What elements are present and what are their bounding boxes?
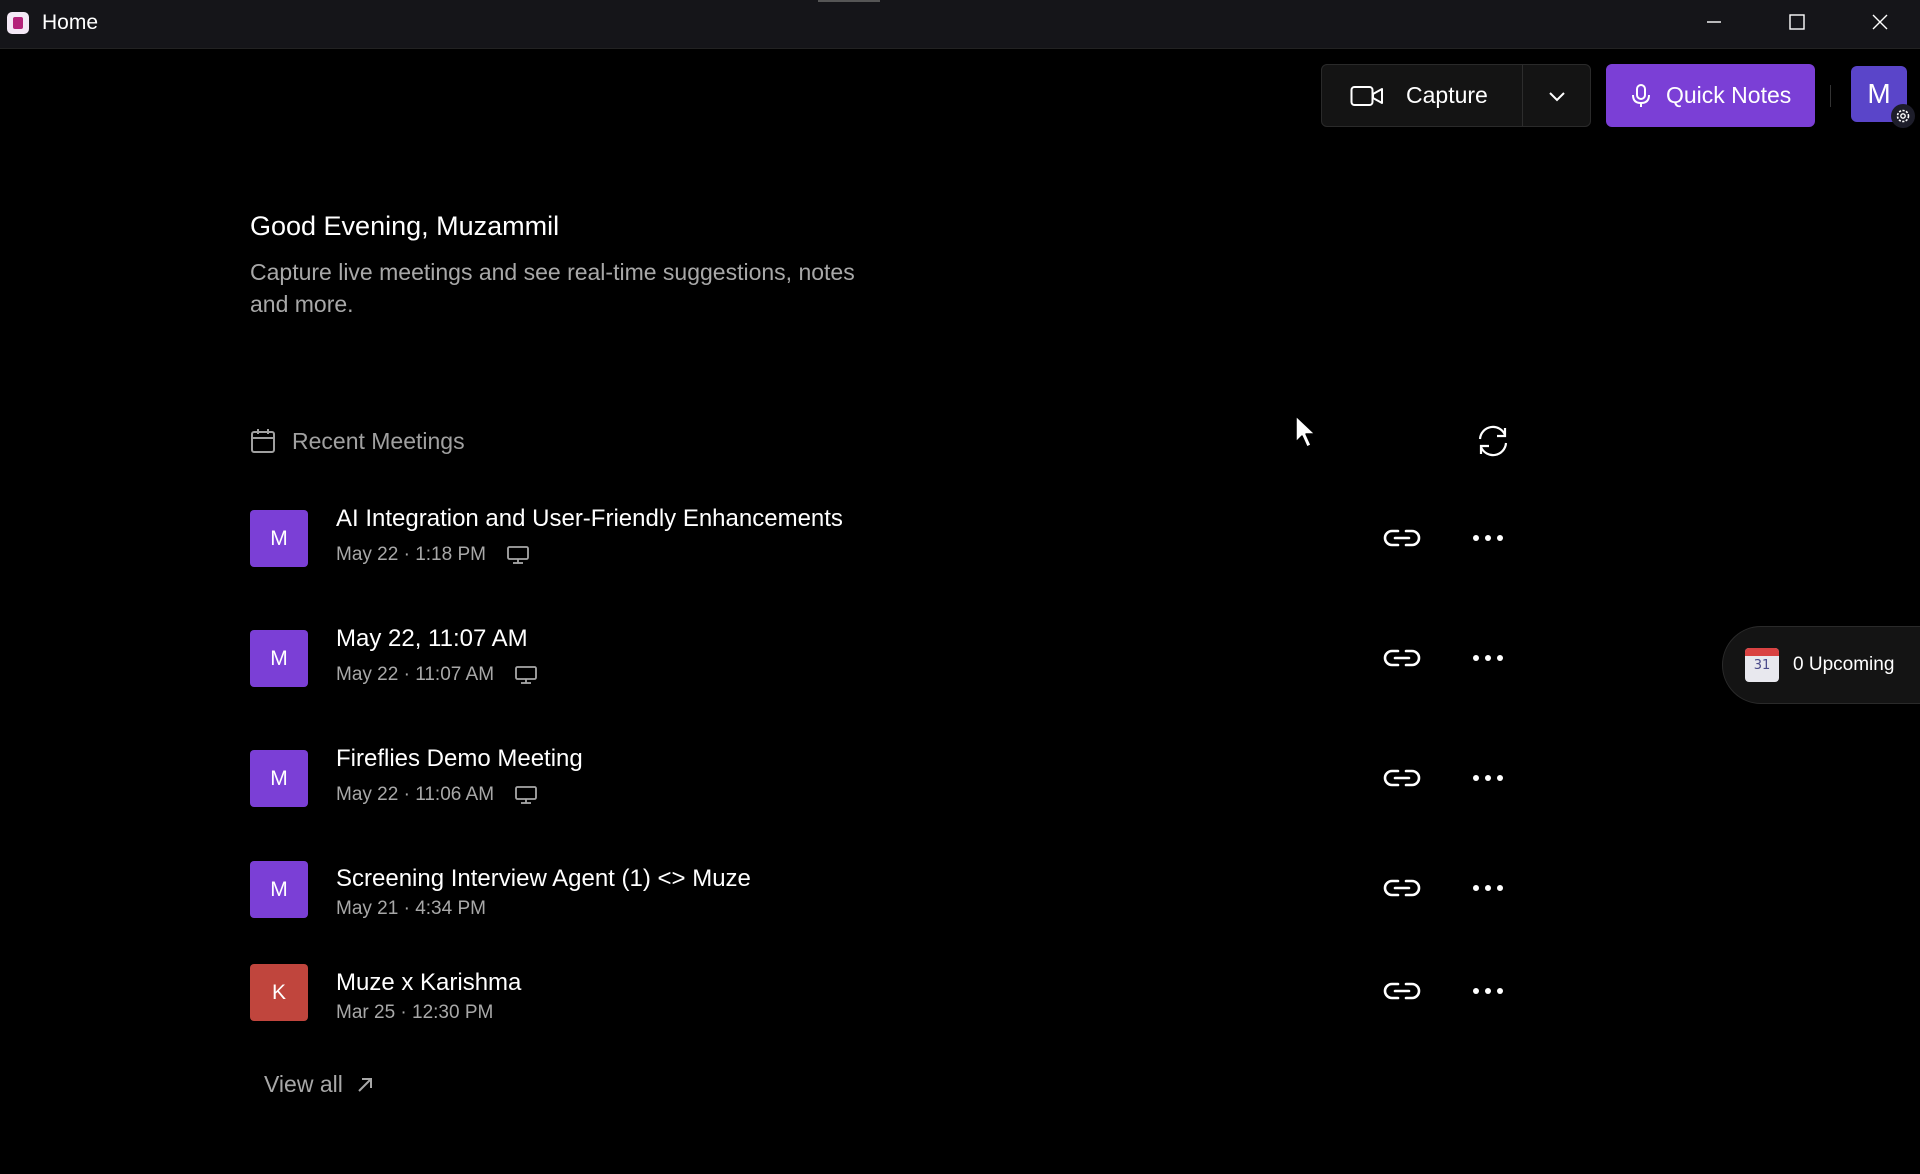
title-bar-notch bbox=[818, 0, 880, 2]
recent-meetings-header: Recent Meetings bbox=[250, 426, 465, 456]
view-all-label: View all bbox=[264, 1071, 343, 1097]
meeting-avatar: M bbox=[250, 510, 308, 567]
app-logo-icon bbox=[7, 12, 29, 34]
chevron-down-icon bbox=[1548, 91, 1565, 101]
refresh-icon bbox=[1478, 425, 1508, 457]
meeting-title[interactable]: AI Integration and User-Friendly Enhance… bbox=[336, 505, 843, 533]
more-horizontal-icon bbox=[1473, 535, 1503, 541]
meeting-avatar: M bbox=[250, 630, 308, 687]
meeting-meta: May 22 · 11:06 AM bbox=[336, 784, 538, 806]
meeting-avatar: M bbox=[250, 750, 308, 807]
meeting-avatar: M bbox=[250, 861, 308, 918]
monitor-icon bbox=[515, 786, 537, 804]
toolbar-separator bbox=[1830, 85, 1831, 107]
minimize-icon bbox=[1707, 21, 1721, 23]
greeting-subtitle: Capture live meetings and see real-time … bbox=[250, 259, 855, 317]
calendar-date-icon: 31 bbox=[1745, 648, 1779, 682]
meeting-row[interactable]: M Screening Interview Agent (1) <> Muze … bbox=[250, 861, 1520, 935]
meeting-meta: May 21 · 4:34 PM bbox=[336, 898, 486, 920]
quick-notes-label: Quick Notes bbox=[1666, 82, 1792, 108]
meeting-meta: May 22 · 1:18 PM bbox=[336, 544, 530, 566]
meeting-avatar: K bbox=[250, 964, 308, 1021]
meeting-title[interactable]: Screening Interview Agent (1) <> Muze bbox=[336, 865, 751, 893]
monitor-icon bbox=[515, 666, 537, 684]
meeting-title[interactable]: Muze x Karishma bbox=[336, 969, 521, 997]
avatar-initial: M bbox=[1867, 78, 1891, 109]
capture-split-button: Capture bbox=[1321, 64, 1591, 127]
capture-dropdown-button[interactable] bbox=[1523, 65, 1590, 126]
capture-button[interactable]: Capture bbox=[1322, 65, 1522, 126]
copy-link-button[interactable] bbox=[1380, 520, 1424, 556]
link-icon bbox=[1383, 769, 1421, 787]
meeting-row[interactable]: M Fireflies Demo Meeting May 22 · 11:06 … bbox=[250, 745, 1520, 815]
calendar-day-number: 31 bbox=[1753, 658, 1771, 673]
view-all-link[interactable]: View all bbox=[264, 1071, 375, 1098]
gear-icon[interactable] bbox=[1891, 104, 1915, 128]
copy-link-button[interactable] bbox=[1380, 760, 1424, 796]
meeting-title[interactable]: May 22, 11:07 AM bbox=[336, 625, 528, 653]
meeting-date: May 22 · 11:06 AM bbox=[336, 784, 495, 805]
link-icon bbox=[1383, 529, 1421, 547]
meeting-date: May 21 · 4:34 PM bbox=[336, 898, 486, 919]
upcoming-label: 0 Upcoming bbox=[1793, 654, 1895, 675]
maximize-icon bbox=[1789, 14, 1805, 30]
copy-link-button[interactable] bbox=[1380, 640, 1424, 676]
close-icon bbox=[1872, 14, 1888, 30]
recent-meetings-label: Recent Meetings bbox=[292, 427, 465, 454]
profile-avatar-button[interactable]: M bbox=[1851, 66, 1915, 128]
quick-notes-button[interactable]: Quick Notes bbox=[1606, 64, 1815, 127]
arrow-up-right-icon bbox=[358, 1077, 372, 1092]
more-options-button[interactable] bbox=[1466, 640, 1510, 676]
meeting-date: Mar 25 · 12:30 PM bbox=[336, 1002, 494, 1023]
more-options-button[interactable] bbox=[1466, 870, 1510, 906]
link-icon bbox=[1383, 879, 1421, 897]
more-options-button[interactable] bbox=[1466, 760, 1510, 796]
copy-link-button[interactable] bbox=[1380, 870, 1424, 906]
mouse-cursor-icon bbox=[1295, 415, 1316, 448]
title-bar: Home bbox=[0, 0, 1920, 49]
more-horizontal-icon bbox=[1473, 655, 1503, 661]
window-title: Home bbox=[42, 11, 99, 34]
link-icon bbox=[1383, 649, 1421, 667]
meeting-row[interactable]: M May 22, 11:07 AM May 22 · 11:07 AM bbox=[250, 625, 1520, 695]
calendar-icon bbox=[251, 429, 275, 453]
microphone-icon bbox=[1632, 83, 1650, 107]
monitor-icon bbox=[507, 546, 529, 564]
meeting-date: May 22 · 1:18 PM bbox=[336, 544, 486, 565]
close-button[interactable] bbox=[1840, 0, 1920, 44]
greeting-title: Good Evening, Muzammil bbox=[250, 211, 560, 241]
meeting-meta: Mar 25 · 12:30 PM bbox=[336, 1002, 493, 1024]
meeting-date: May 22 · 11:07 AM bbox=[336, 664, 495, 685]
more-options-button[interactable] bbox=[1466, 973, 1510, 1009]
meeting-meta: May 22 · 11:07 AM bbox=[336, 664, 538, 686]
meeting-row[interactable]: K Muze x Karishma Mar 25 · 12:30 PM bbox=[250, 964, 1520, 1039]
more-options-button[interactable] bbox=[1466, 520, 1510, 556]
meeting-row[interactable]: M AI Integration and User-Friendly Enhan… bbox=[250, 505, 1520, 575]
maximize-button[interactable] bbox=[1757, 0, 1837, 44]
video-camera-icon bbox=[1350, 85, 1383, 106]
refresh-button[interactable] bbox=[1471, 421, 1515, 461]
link-icon bbox=[1383, 982, 1421, 1000]
more-horizontal-icon bbox=[1473, 775, 1503, 781]
minimize-button[interactable] bbox=[1674, 0, 1754, 44]
meeting-title[interactable]: Fireflies Demo Meeting bbox=[336, 745, 583, 773]
capture-label: Capture bbox=[1406, 82, 1488, 108]
copy-link-button[interactable] bbox=[1380, 973, 1424, 1009]
more-horizontal-icon bbox=[1473, 988, 1503, 994]
more-horizontal-icon bbox=[1473, 885, 1503, 891]
upcoming-meetings-button[interactable]: 31 0 Upcoming bbox=[1722, 626, 1920, 704]
